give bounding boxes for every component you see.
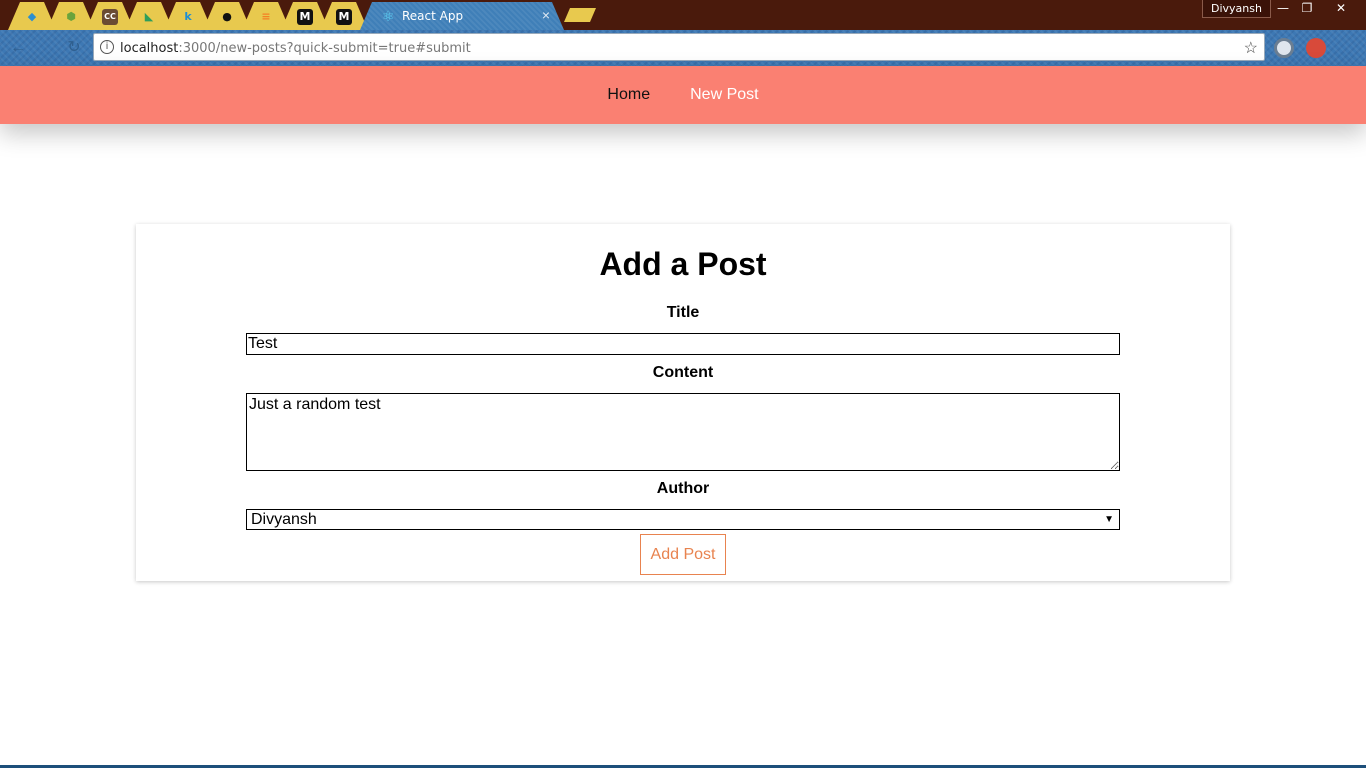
reload-icon[interactable]: ↻ xyxy=(64,38,84,58)
close-window-icon[interactable]: ✕ xyxy=(1328,0,1354,18)
tab-close-icon[interactable]: × xyxy=(542,7,550,23)
browser-tabstrip: ◆ ⬢ CC ◣ k ● ≡ M M ⚛ React App × Divyansh — ❐ ✕ xyxy=(0,0,1366,30)
k-icon: k xyxy=(184,10,192,23)
tab-1[interactable]: ◆ xyxy=(8,2,56,30)
url-path: :3000/new-posts?quick-submit=true#submit xyxy=(178,41,471,56)
extension-opera-icon[interactable] xyxy=(1274,38,1294,58)
author-selected-value: Divyansh xyxy=(251,511,317,528)
tab-8[interactable]: M xyxy=(281,2,329,30)
nodejs-icon: ⬢ xyxy=(66,10,76,23)
minimize-icon[interactable]: — xyxy=(1270,0,1296,18)
tab-react-app[interactable]: ⚛ React App × xyxy=(360,2,564,30)
nav-home-link[interactable]: Home xyxy=(607,86,650,104)
tab-title: React App xyxy=(402,9,464,23)
chevron-down-icon: ▼ xyxy=(1104,514,1114,525)
content-label: Content xyxy=(652,364,714,381)
page-title: Add a Post xyxy=(599,246,767,282)
restore-icon[interactable]: ❐ xyxy=(1294,0,1320,18)
maps-icon: ◣ xyxy=(144,10,154,23)
browser-toolbar: ← ↻ i localhost:3000/new-posts?quick-sub… xyxy=(0,30,1366,66)
extension-avatar-icon[interactable] xyxy=(1306,38,1326,58)
new-tab-button[interactable] xyxy=(564,8,596,22)
address-bar[interactable]: i localhost:3000/new-posts?quick-submit=… xyxy=(93,33,1265,61)
nav-new-post-link[interactable]: New Post xyxy=(690,86,758,104)
medium-icon: M xyxy=(297,9,313,25)
title-label: Title xyxy=(666,304,700,321)
url-host: localhost xyxy=(120,41,179,56)
github-icon: ● xyxy=(222,10,232,23)
bird-icon: ◆ xyxy=(27,10,37,23)
profile-button[interactable]: Divyansh xyxy=(1202,0,1271,18)
add-post-card: Add a Post Title Content Just a random t… xyxy=(136,224,1230,581)
medium-icon: M xyxy=(336,9,352,25)
react-icon: ⚛ xyxy=(381,9,395,25)
tab-9[interactable]: M xyxy=(320,2,368,30)
cc-icon: CC xyxy=(102,9,118,25)
info-icon[interactable]: i xyxy=(100,40,114,54)
stackoverflow-icon: ≡ xyxy=(261,10,271,23)
back-icon[interactable]: ← xyxy=(8,38,28,58)
content-textarea[interactable]: Just a random test xyxy=(246,393,1120,471)
author-label: Author xyxy=(656,480,710,497)
add-post-button[interactable]: Add Post xyxy=(640,534,726,575)
author-select[interactable]: Divyansh ▼ xyxy=(246,509,1120,530)
url-text: localhost:3000/new-posts?quick-submit=tr… xyxy=(120,41,471,56)
app-navbar: Home New Post xyxy=(0,66,1366,124)
bookmark-star-icon[interactable]: ☆ xyxy=(1244,38,1258,58)
tab-7[interactable]: ≡ xyxy=(242,2,290,30)
title-input[interactable] xyxy=(246,333,1120,355)
